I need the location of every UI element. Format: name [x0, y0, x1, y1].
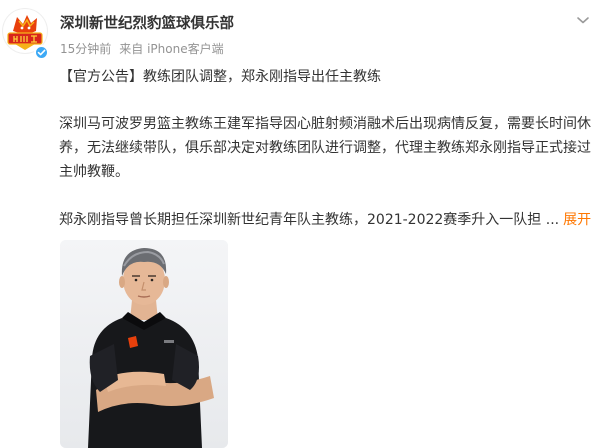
post-meta: 15分钟前 来自 iPhone客户端 [60, 40, 224, 57]
body-line-1: 深圳马可波罗男篮主教练王建军指导因心脏射频消融术后出现病情反复，需要长时间休 [59, 116, 591, 132]
author-name[interactable]: 深圳新世纪烈豹篮球俱乐部 [60, 12, 234, 33]
post-photo[interactable] [60, 240, 228, 448]
post-source: 来自 iPhone客户端 [119, 42, 224, 56]
expand-link[interactable]: 展开 [563, 212, 591, 228]
verified-badge-icon [34, 45, 49, 60]
teaser-ellipsis: ... [545, 212, 560, 228]
body-teaser: 郑永刚指导曾长期担任深圳新世纪青年队主教练，2021-2022赛季升入一队担 .… [59, 209, 591, 229]
more-menu[interactable] [576, 10, 590, 24]
body-line-3: 主帅教鞭。 [59, 164, 129, 180]
chevron-down-icon [577, 17, 589, 24]
post-time[interactable]: 15分钟前 [60, 42, 111, 56]
coach-photo [60, 240, 228, 448]
post-headline: 【官方公告】教练团队调整，郑永刚指导出任主教练 [59, 69, 381, 85]
body-line-2: 养，无法继续带队，俱乐部决定对教练团队进行调整，代理主教练郑永刚指导正式接过 [59, 140, 591, 156]
teaser-text: 郑永刚指导曾长期担任深圳新世纪青年队主教练，2021-2022赛季升入一队担 [59, 212, 542, 228]
